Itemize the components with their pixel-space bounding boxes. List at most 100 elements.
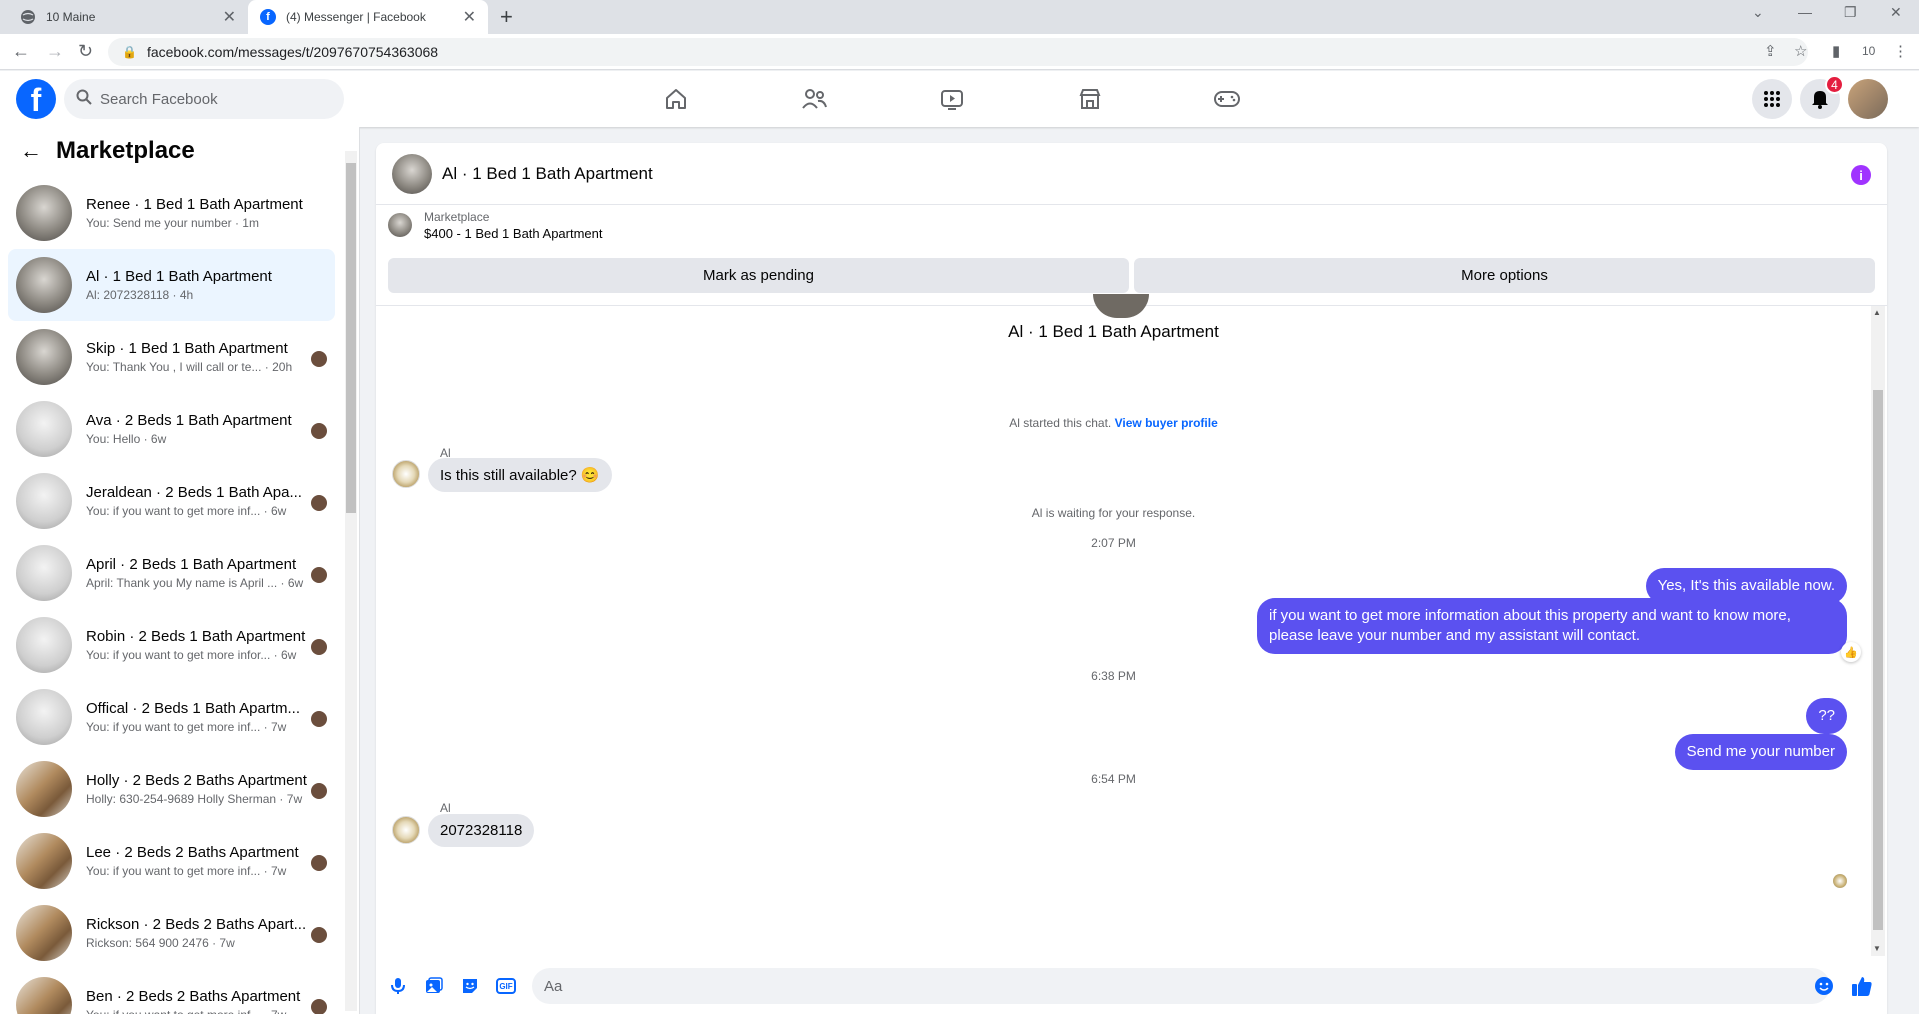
- conversation-item[interactable]: Ava · 2 Beds 1 Bath Apartment You: Hello …: [8, 393, 335, 465]
- gif-icon[interactable]: GIF: [496, 978, 516, 994]
- thumbs-up-reaction-icon[interactable]: 👍: [1841, 642, 1861, 662]
- browser-tab-active[interactable]: f (4) Messenger | Facebook ✕: [248, 0, 488, 34]
- chat-started-notice: Al started this chat. View buyer profile: [376, 416, 1851, 430]
- conversation-snippet: Holly: 630-254-9689 Holly Sherman · 7w: [86, 792, 303, 806]
- new-tab-button[interactable]: +: [500, 4, 513, 30]
- conversation-item[interactable]: Ben · 2 Beds 2 Baths Apartment You: if yo…: [8, 969, 335, 1014]
- sidepanel-icon[interactable]: ▮: [1832, 42, 1840, 60]
- conversation-snippet: Rickson: 564 900 2476 · 7w: [86, 936, 235, 950]
- marketplace-sidebar: ← Marketplace Renee · 1 Bed 1 Bath Apart…: [0, 127, 360, 1014]
- listing-banner[interactable]: Marketplace $400 - 1 Bed 1 Bath Apartmen…: [376, 205, 1887, 245]
- reload-icon[interactable]: ↻: [78, 41, 93, 62]
- conversation-item[interactable]: Al · 1 Bed 1 Bath Apartment Al: 207232811…: [8, 249, 335, 321]
- tab-search-icon[interactable]: ⌄: [1752, 4, 1764, 21]
- menu-grid-icon[interactable]: [1752, 79, 1792, 119]
- seen-indicator-avatar: [1833, 874, 1847, 888]
- conversation-item[interactable]: Offical · 2 Beds 1 Bath Apartm... You: if…: [8, 681, 335, 753]
- restore-icon[interactable]: ❐: [1844, 4, 1857, 21]
- conversation-item[interactable]: Renee · 1 Bed 1 Bath Apartment You: Send …: [8, 177, 335, 249]
- window-close-icon[interactable]: ✕: [1890, 4, 1902, 21]
- minimize-icon[interactable]: —: [1798, 4, 1812, 20]
- participant-avatar: [311, 351, 327, 367]
- url-field[interactable]: 🔒 facebook.com/messages/t/20976707543630…: [108, 38, 1808, 66]
- chat-title[interactable]: Al · 1 Bed 1 Bath Apartment: [442, 164, 653, 184]
- close-icon[interactable]: ✕: [463, 7, 476, 27]
- listing-avatar[interactable]: [392, 153, 432, 194]
- gaming-icon[interactable]: [1213, 85, 1241, 113]
- conversation-snippet: You: if you want to get more inf... · 6w: [86, 504, 287, 518]
- search-icon: [76, 89, 92, 109]
- participant-avatar: [311, 495, 327, 511]
- home-icon[interactable]: [662, 85, 690, 113]
- conversation-snippet: You: Hello · 6w: [86, 432, 167, 446]
- notifications-bell-icon[interactable]: 4: [1800, 75, 1844, 119]
- profile-count[interactable]: 10: [1862, 44, 1875, 58]
- info-icon[interactable]: i: [1851, 165, 1871, 185]
- listing-source: Marketplace: [424, 209, 490, 224]
- conversation-item[interactable]: Jeraldean · 2 Beds 1 Bath Apa... You: if …: [8, 465, 335, 537]
- sticker-icon[interactable]: [460, 976, 480, 996]
- menu-dots-icon[interactable]: ⋮: [1893, 42, 1908, 60]
- sender-avatar[interactable]: [392, 816, 420, 844]
- listing-price: $400 - 1 Bed 1 Bath Apartment: [424, 225, 603, 241]
- conversation-item[interactable]: Skip · 1 Bed 1 Bath Apartment You: Thank …: [8, 321, 335, 393]
- participant-avatar: [311, 927, 327, 943]
- outgoing-message[interactable]: Send me your number: [1674, 734, 1847, 770]
- mark-pending-button[interactable]: Mark as pending: [388, 258, 1129, 293]
- browser-tab[interactable]: 10 Maine ✕: [8, 0, 248, 34]
- sidebar-header: ← Marketplace: [20, 137, 195, 165]
- conversation-text: Renee · 1 Bed 1 Bath Apartment You: Send …: [86, 196, 335, 230]
- watch-icon[interactable]: [938, 85, 966, 113]
- outgoing-message[interactable]: if you want to get more information abou…: [1257, 598, 1847, 654]
- scrollbar-thumb[interactable]: [1873, 390, 1883, 930]
- microphone-icon[interactable]: [388, 976, 408, 996]
- scroll-up-arrow-icon[interactable]: ▲: [1873, 308, 1881, 317]
- conversation-item[interactable]: April · 2 Beds 1 Bath Apartment April: Th…: [8, 537, 335, 609]
- participant-avatar: [311, 855, 327, 871]
- listing-thumbnail: [388, 213, 412, 237]
- conversation-text: Holly · 2 Beds 2 Baths Apartment Holly: 6…: [86, 772, 335, 806]
- conversation-snippet: You: Send me your number · 1m: [86, 216, 259, 230]
- timestamp: 6:54 PM: [1091, 772, 1136, 786]
- listing-thumbnail: [16, 689, 72, 745]
- conversation-text: Lee · 2 Beds 2 Baths Apartment You: if yo…: [86, 844, 335, 878]
- conversation-item[interactable]: Holly · 2 Beds 2 Baths Apartment Holly: 6…: [8, 753, 335, 825]
- participant-avatar: [311, 423, 327, 439]
- outgoing-message[interactable]: ??: [1806, 698, 1847, 734]
- sender-avatar[interactable]: [392, 460, 420, 488]
- incoming-message[interactable]: Is this still available? 😊: [428, 458, 612, 492]
- message-input[interactable]: [532, 968, 1830, 1004]
- marketplace-icon[interactable]: [1076, 85, 1104, 113]
- star-icon[interactable]: ☆: [1794, 42, 1807, 60]
- url-text: facebook.com/messages/t/2097670754363068: [146, 44, 439, 60]
- timestamp: 2:07 PM: [1091, 536, 1136, 550]
- close-icon[interactable]: ✕: [223, 7, 236, 27]
- chat-name: Al · 1 Bed 1 Bath Apartment: [1008, 322, 1219, 341]
- emoji-icon[interactable]: [1814, 976, 1834, 996]
- sidebar-scrollbar[interactable]: [345, 151, 357, 1011]
- facebook-logo[interactable]: f: [16, 79, 56, 119]
- conversation-name: Lee · 2 Beds 2 Baths Apartment: [86, 844, 299, 861]
- conversation-text: Ava · 2 Beds 1 Bath Apartment You: Hello …: [86, 412, 335, 446]
- conversation-item[interactable]: Lee · 2 Beds 2 Baths Apartment You: if yo…: [8, 825, 335, 897]
- search-input[interactable]: Search Facebook: [64, 79, 344, 119]
- incoming-message[interactable]: 2072328118: [428, 814, 535, 847]
- scrollbar-thumb[interactable]: [346, 163, 356, 513]
- photo-icon[interactable]: [424, 976, 444, 996]
- more-options-button[interactable]: More options: [1134, 258, 1875, 293]
- chat-scrollbar[interactable]: ▲ ▼: [1871, 306, 1885, 956]
- conversation-item[interactable]: Rickson · 2 Beds 2 Baths Apart... Rickson…: [8, 897, 335, 969]
- back-icon[interactable]: ←: [12, 41, 30, 62]
- account-avatar[interactable]: [1848, 79, 1888, 119]
- view-buyer-profile-link[interactable]: View buyer profile: [1115, 416, 1218, 430]
- participant-avatar: [311, 999, 327, 1014]
- scroll-down-arrow-icon[interactable]: ▼: [1873, 944, 1881, 953]
- friends-icon[interactable]: [800, 85, 828, 113]
- share-icon[interactable]: ⇪: [1764, 42, 1777, 60]
- back-arrow-icon[interactable]: ←: [20, 138, 42, 164]
- forward-icon[interactable]: →: [46, 41, 64, 62]
- conversation-text: Offical · 2 Beds 1 Bath Apartm... You: if…: [86, 700, 335, 734]
- address-bar: ← → ↻ 🔒 facebook.com/messages/t/20976707…: [0, 34, 1919, 70]
- conversation-item[interactable]: Robin · 2 Beds 1 Bath Apartment You: if y…: [8, 609, 335, 681]
- thumbs-up-send-icon[interactable]: [1850, 976, 1874, 996]
